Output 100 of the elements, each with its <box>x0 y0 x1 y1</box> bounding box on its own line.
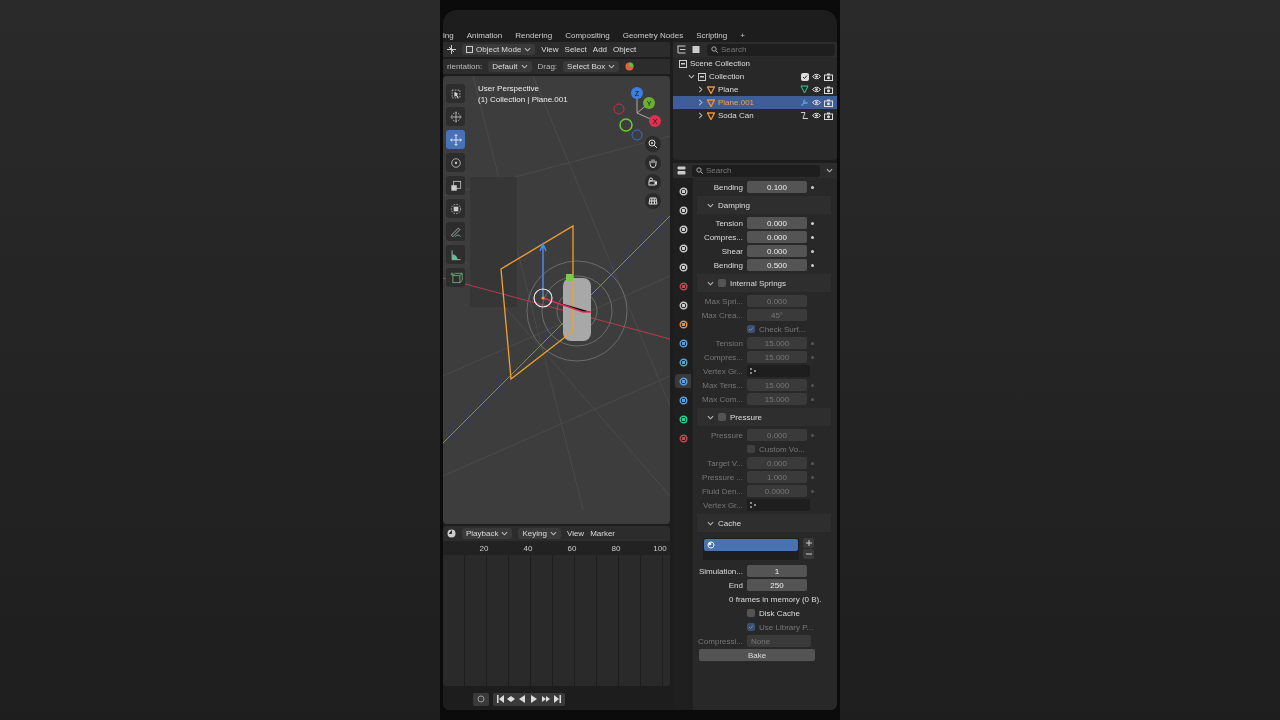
panel-header[interactable]: Pressure <box>697 408 831 426</box>
exclude-checkbox[interactable] <box>801 72 809 81</box>
clock-icon[interactable] <box>447 529 456 538</box>
workspace-tab[interactable]: Animation <box>466 30 503 40</box>
frame-number: 100 <box>652 543 668 553</box>
camera-icon[interactable] <box>824 111 833 120</box>
collection-box-icon <box>698 72 706 81</box>
camera-icon[interactable] <box>824 98 833 107</box>
check-icon <box>802 73 808 80</box>
select-tool-button[interactable] <box>446 84 465 103</box>
auto-key-button[interactable] <box>473 692 489 706</box>
transform-icon <box>448 201 463 216</box>
hand-icon[interactable] <box>645 155 661 171</box>
menu-item[interactable]: Add <box>592 45 608 54</box>
outliner-row[interactable]: Soda Can <box>673 109 837 122</box>
add-icon[interactable] <box>803 538 814 548</box>
frame-number: 40 <box>522 543 534 553</box>
menu-item[interactable]: Object <box>613 45 637 54</box>
number-field[interactable]: 0.000 <box>747 217 807 229</box>
outliner-row[interactable]: Collection <box>673 70 837 83</box>
keyframe-dot[interactable] <box>811 185 814 189</box>
number-field[interactable]: 0.100 <box>747 181 807 193</box>
checkbox-label: Disk Cache <box>759 608 800 618</box>
panel-checkbox[interactable] <box>718 279 726 287</box>
field-label: Fluid Den... <box>701 486 743 496</box>
shading-sphere-icon[interactable] <box>625 62 635 71</box>
filter-view-icon[interactable] <box>692 45 701 54</box>
checkbox[interactable] <box>747 609 755 617</box>
cursor-tool-button[interactable] <box>446 107 465 126</box>
constraint-icon[interactable] <box>800 111 809 120</box>
measure-tool-button[interactable] <box>446 245 465 264</box>
add-cube-icon <box>448 270 463 285</box>
editor-type-icon[interactable] <box>447 45 456 54</box>
field-label: Shear <box>720 246 743 256</box>
number-field[interactable]: 0.000 <box>747 245 807 257</box>
number-field[interactable]: 0.000 <box>747 231 807 243</box>
grid-icon[interactable] <box>645 193 661 209</box>
editor-type-icon[interactable] <box>677 166 686 175</box>
eye-icon[interactable] <box>812 99 821 106</box>
add-cube-tool-button[interactable] <box>446 268 465 287</box>
eye-icon[interactable] <box>812 112 821 119</box>
zoom-icon[interactable] <box>645 136 661 152</box>
rotate-tool-button[interactable] <box>446 153 465 172</box>
cache-info-text: 0 frames in memory (0 B). <box>728 593 823 606</box>
search-field[interactable]: Search <box>692 164 820 177</box>
move-gizmo[interactable] <box>533 242 592 313</box>
field-label: Max Tens... <box>701 380 743 390</box>
remove-icon[interactable] <box>803 549 814 559</box>
bake-button[interactable]: Bake <box>699 649 815 661</box>
checkbox-label: Check Surf... <box>759 324 806 334</box>
outliner-row[interactable]: Plane <box>673 83 837 96</box>
number-field[interactable]: 250 <box>747 579 807 591</box>
workspace-tab[interactable]: Compositing <box>565 30 610 40</box>
playback-controls[interactable] <box>493 692 565 706</box>
workspace-tab[interactable]: Rendering <box>515 30 553 40</box>
number-field[interactable]: 1 <box>747 565 807 577</box>
menu-dropdown[interactable]: Keying <box>518 528 561 539</box>
mode-dropdown[interactable]: Object Mode <box>462 44 536 55</box>
move-tool-button[interactable] <box>446 130 465 149</box>
workspace-tab[interactable]: Scripting <box>696 30 728 40</box>
display-mode-icon[interactable] <box>677 45 686 54</box>
menu-item[interactable]: View <box>566 529 585 538</box>
orientation-dropdown[interactable]: Default <box>488 61 532 72</box>
panel-header[interactable]: Internal Springs <box>697 274 831 292</box>
field-label: Bending <box>712 260 743 270</box>
workspace-tab[interactable]: ing <box>443 30 454 40</box>
drag-dropdown[interactable]: Select Box <box>563 61 620 72</box>
keyframe-dot[interactable] <box>811 221 814 225</box>
panel-header[interactable]: Cache <box>697 514 831 532</box>
camera-icon[interactable] <box>824 72 833 81</box>
camera-icon[interactable] <box>645 174 661 190</box>
add-workspace-button[interactable]: + <box>740 30 745 40</box>
search-icon <box>696 167 703 174</box>
orbit-tab[interactable] <box>675 374 691 388</box>
workspace-tab[interactable]: Geometry Nodes <box>622 30 684 40</box>
keyframe-dot[interactable] <box>811 235 814 239</box>
panel-header[interactable]: Damping <box>697 196 831 214</box>
select-icon <box>448 86 463 101</box>
view-name-text: User Perspective <box>478 83 540 94</box>
field-label: Max Crea... <box>700 310 743 320</box>
keyframe-dot[interactable] <box>811 263 814 267</box>
scale-tool-button[interactable] <box>446 176 465 195</box>
eye-icon[interactable] <box>812 86 821 93</box>
vertex-group-icon <box>750 367 757 375</box>
number-field[interactable]: 0.500 <box>747 259 807 271</box>
menu-item[interactable]: Marker <box>590 529 616 538</box>
transform-tool-button[interactable] <box>446 199 465 218</box>
panel-checkbox[interactable] <box>718 413 726 421</box>
menu-dropdown[interactable]: Playback <box>462 528 513 539</box>
field-label: Target V... <box>706 458 743 468</box>
orientation-label: rientation: <box>447 62 483 71</box>
cache-list[interactable] <box>703 538 799 560</box>
camera-icon[interactable] <box>824 85 833 94</box>
outliner-row[interactable]: Scene Collection <box>673 57 837 70</box>
menu-item[interactable]: View <box>541 45 559 54</box>
search-field[interactable]: Search <box>707 43 835 56</box>
eye-icon[interactable] <box>812 73 821 80</box>
menu-item[interactable]: Select <box>564 45 587 54</box>
mesh-data-icon[interactable] <box>800 85 809 94</box>
keyframe-dot[interactable] <box>811 249 814 253</box>
